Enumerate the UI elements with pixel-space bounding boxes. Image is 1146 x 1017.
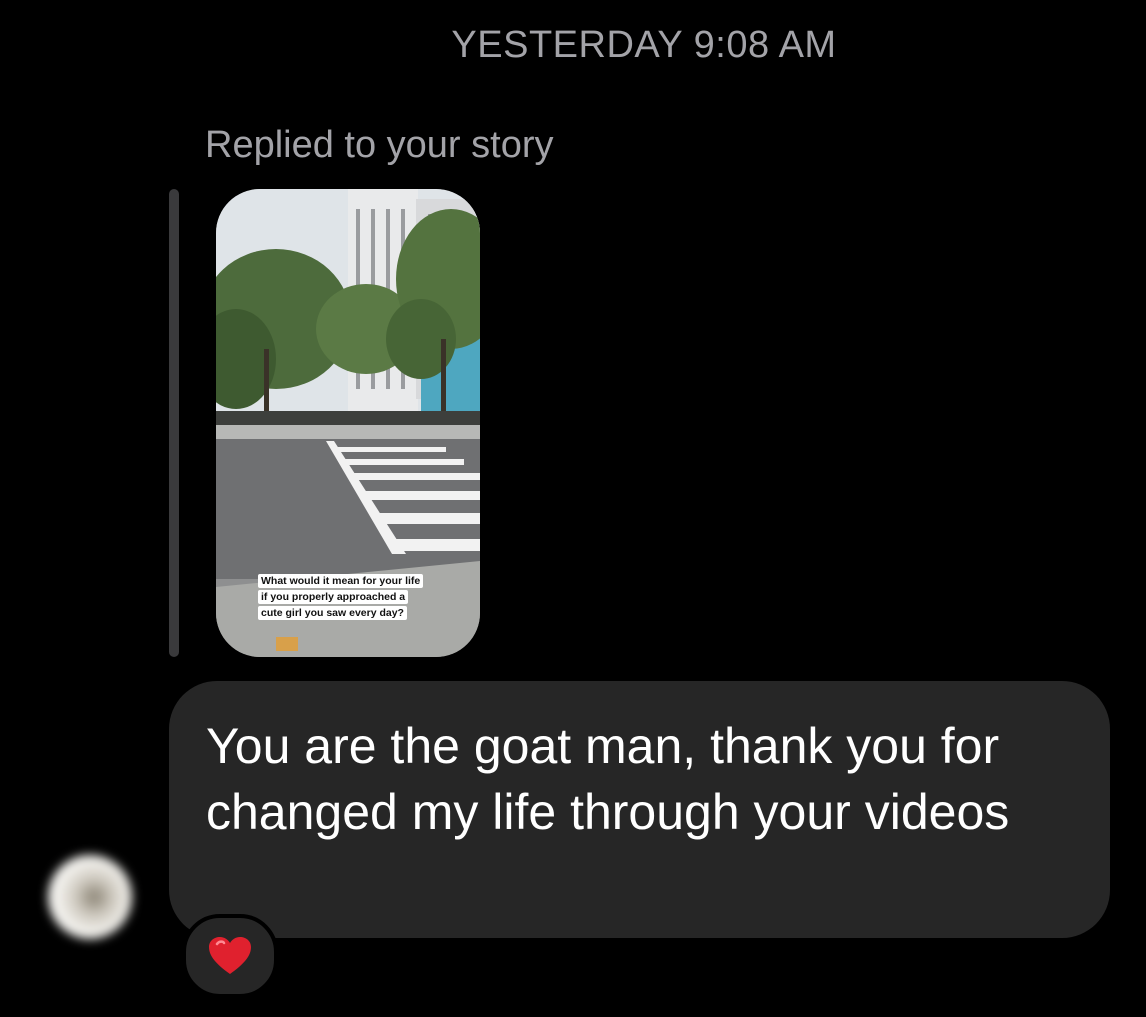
reaction-badge[interactable] — [182, 914, 278, 998]
story-caption-line-3: cute girl you saw every day? — [258, 606, 407, 620]
story-thumbnail[interactable]: What would it mean for your life if you … — [216, 189, 480, 657]
message-timestamp: YESTERDAY 9:08 AM — [451, 24, 837, 66]
reply-indicator-bar — [169, 189, 179, 657]
replied-to-story-label: Replied to your story — [205, 124, 554, 166]
story-caption-line-2: if you properly approached a — [258, 590, 409, 604]
story-caption: What would it mean for your life if you … — [258, 573, 446, 621]
heart-icon — [209, 937, 251, 974]
message-bubble[interactable]: You are the goat man, thank you for chan… — [169, 681, 1110, 938]
message-text: You are the goat man, thank you for chan… — [206, 718, 1010, 840]
sender-avatar[interactable] — [48, 855, 132, 939]
story-caption-line-1: What would it mean for your life — [258, 574, 424, 588]
